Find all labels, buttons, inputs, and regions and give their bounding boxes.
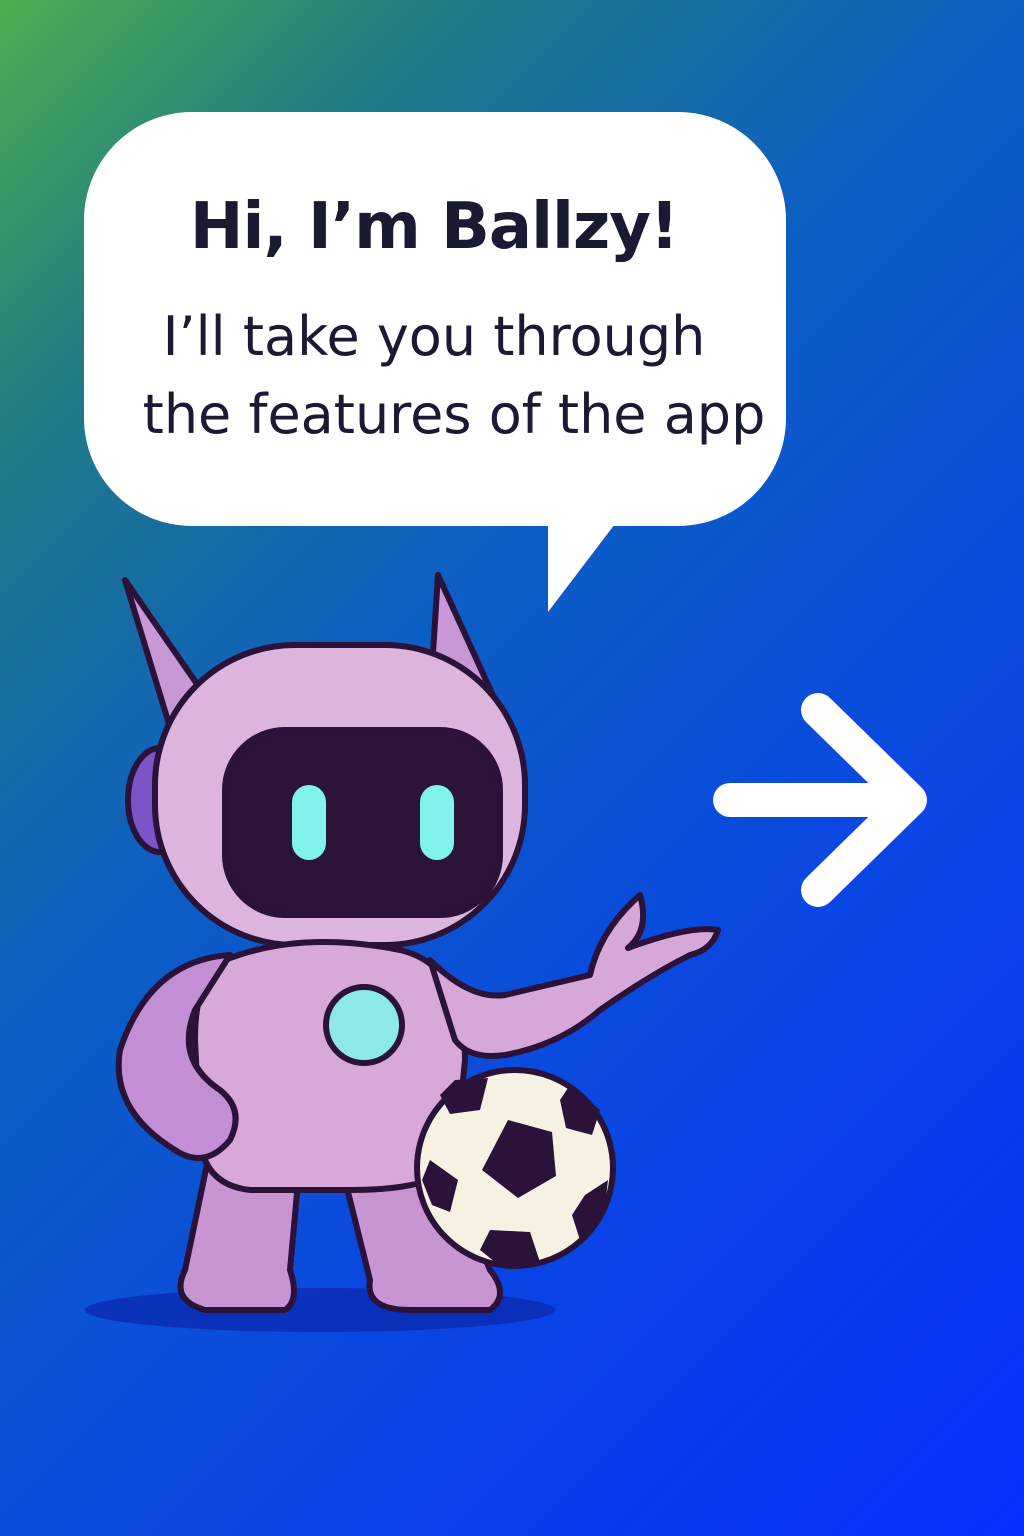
robot-eye-left [292,785,326,860]
message-line-2: the features of the app [142,383,766,446]
arrow-right-icon [713,693,927,907]
right-arm [427,892,721,1059]
speech-bubble-content: Hi, I’m Ballzy! I’ll take you through th… [84,110,784,530]
robot-mascot-illustration [85,572,721,1332]
soccer-ball [414,1067,616,1269]
chest-light [323,984,405,1066]
message-line-1: I’ll take you through [162,305,706,368]
greeting-title: Hi, I’m Ballzy! [189,190,679,264]
robot-eye-right [420,785,454,860]
next-button[interactable] [700,680,940,920]
robot-visor [222,727,503,918]
